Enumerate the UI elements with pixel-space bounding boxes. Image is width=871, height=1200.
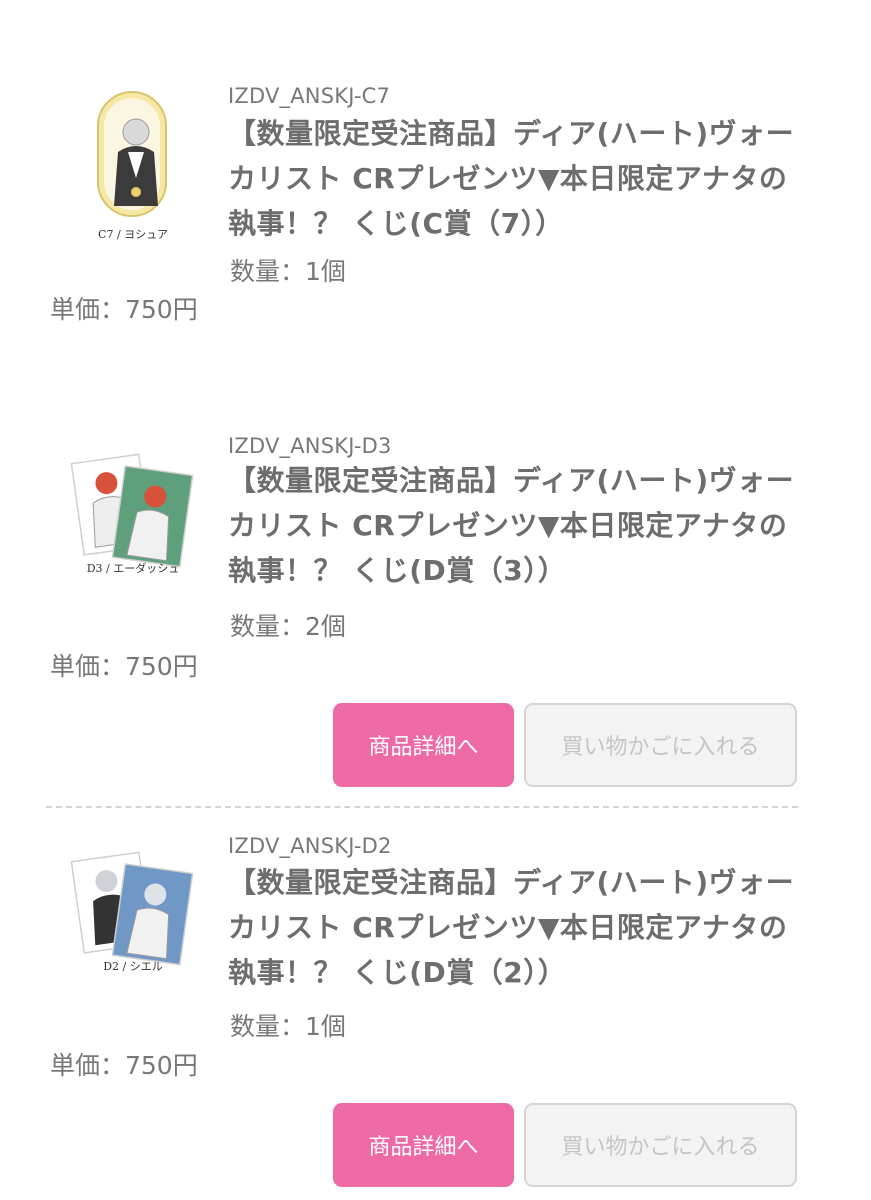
product-unit-price: 単価：750円 — [50, 295, 198, 324]
add-to-cart-button[interactable]: 買い物かごに入れる — [524, 703, 797, 787]
product-thumbnail[interactable]: D2 / シエル — [66, 846, 200, 1006]
product-sku: IZDV_ANSKJ-D3 — [228, 434, 392, 458]
thumbnail-caption: C7 / ヨシュア — [98, 228, 168, 241]
product-detail-button[interactable]: 商品詳細へ — [333, 703, 514, 787]
product-quantity: 数量：1個 — [230, 257, 346, 286]
product-quantity: 数量：1個 — [230, 1012, 346, 1041]
product-detail-button[interactable]: 商品詳細へ — [333, 1103, 514, 1187]
item-divider — [46, 806, 798, 808]
product-title[interactable]: 【数量限定受注商品】ディア(ハート)ヴォー カリスト CRプレゼンツ▼本日限定ア… — [228, 860, 798, 995]
product-title[interactable]: 【数量限定受注商品】ディア(ハート)ヴォー カリスト CRプレゼンツ▼本日限定ア… — [228, 111, 798, 246]
thumbnail-caption: D2 / シエル — [103, 960, 163, 973]
product-sku: IZDV_ANSKJ-D2 — [228, 834, 392, 858]
product-unit-price: 単価：750円 — [50, 1051, 198, 1080]
product-sku: IZDV_ANSKJ-C7 — [228, 84, 391, 108]
product-unit-price: 単価：750円 — [50, 652, 198, 681]
product-quantity: 数量：2個 — [230, 612, 346, 641]
thumbnail-caption: D3 / エーダッシュ — [87, 561, 180, 575]
add-to-cart-button[interactable]: 買い物かごに入れる — [524, 1103, 797, 1187]
product-thumbnail[interactable]: C7 / ヨシュア — [66, 88, 200, 248]
product-title[interactable]: 【数量限定受注商品】ディア(ハート)ヴォー カリスト CRプレゼンツ▼本日限定ア… — [228, 458, 798, 593]
product-thumbnail[interactable]: D3 / エーダッシュ — [66, 448, 200, 608]
